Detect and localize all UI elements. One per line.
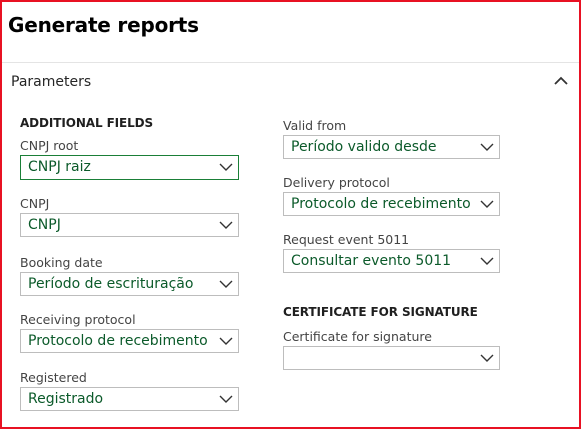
valid-from-label: Valid from	[283, 118, 347, 133]
additional-fields-heading: ADDITIONAL FIELDS	[20, 116, 154, 130]
certificate-label: Certificate for signature	[283, 329, 432, 344]
parameters-section-header[interactable]: Parameters	[2, 63, 579, 103]
booking-date-label: Booking date	[20, 255, 103, 270]
page-title: Generate reports	[8, 13, 199, 37]
valid-from-value: Período valido desde	[291, 139, 437, 155]
chevron-down-icon	[480, 257, 494, 265]
chevron-down-icon	[219, 395, 233, 403]
cnpj-root-label: CNPJ root	[20, 138, 79, 153]
registered-dropdown[interactable]: Registrado	[20, 387, 239, 411]
receiving-protocol-value: Protocolo de recebimento	[28, 333, 208, 349]
request-event-dropdown[interactable]: Consultar evento 5011	[283, 249, 500, 273]
cnpj-value: CNPJ	[28, 217, 61, 233]
report-dialog: Generate reports Parameters ADDITIONAL F…	[0, 0, 581, 429]
certificate-heading: CERTIFICATE FOR SIGNATURE	[283, 305, 478, 319]
cnpj-root-dropdown[interactable]: CNPJ raiz	[20, 155, 239, 180]
registered-value: Registrado	[28, 391, 104, 407]
delivery-protocol-label: Delivery protocol	[283, 175, 390, 190]
chevron-down-icon	[480, 143, 494, 151]
cnpj-root-value: CNPJ raiz	[28, 159, 91, 175]
delivery-protocol-dropdown[interactable]: Protocolo de recebimento	[283, 192, 500, 216]
booking-date-dropdown[interactable]: Período de escrituração	[20, 272, 239, 296]
cnpj-label: CNPJ	[20, 196, 50, 211]
receiving-protocol-label: Receiving protocol	[20, 312, 136, 327]
cnpj-dropdown[interactable]: CNPJ	[20, 213, 239, 237]
valid-from-dropdown[interactable]: Período valido desde	[283, 135, 500, 159]
chevron-down-icon	[219, 337, 233, 345]
chevron-up-icon[interactable]	[553, 75, 569, 87]
receiving-protocol-dropdown[interactable]: Protocolo de recebimento	[20, 329, 239, 353]
chevron-down-icon	[219, 163, 233, 171]
chevron-down-icon	[219, 280, 233, 288]
request-event-label: Request event 5011	[283, 232, 410, 247]
chevron-down-icon	[480, 200, 494, 208]
registered-label: Registered	[20, 370, 87, 385]
chevron-down-icon	[480, 354, 494, 362]
booking-date-value: Período de escrituração	[28, 276, 194, 292]
request-event-value: Consultar evento 5011	[291, 253, 452, 269]
certificate-dropdown[interactable]	[283, 346, 500, 370]
section-title: Parameters	[11, 74, 92, 90]
chevron-down-icon	[219, 221, 233, 229]
delivery-protocol-value: Protocolo de recebimento	[291, 196, 471, 212]
